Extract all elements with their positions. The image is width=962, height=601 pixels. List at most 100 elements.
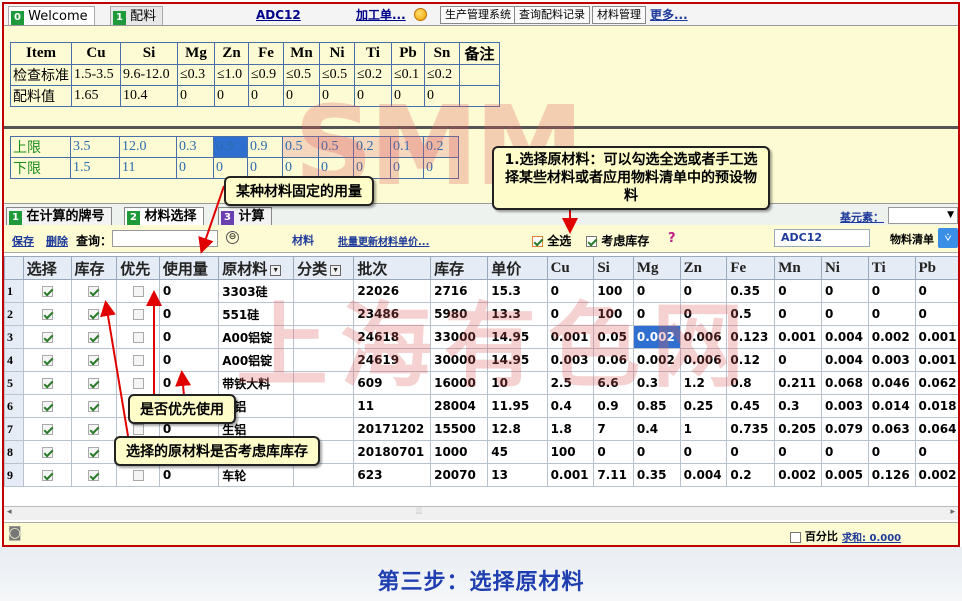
element-cell[interactable]: 100 (593, 279, 634, 303)
table-row[interactable]: 4 0 A00铝锭 24619 30000 14.95 0.003 0.06 0.002 0.00… (4, 348, 958, 372)
element-cell[interactable]: 0.735 (726, 417, 776, 441)
stock-qty-cell[interactable]: 33000 (430, 325, 489, 349)
element-cell[interactable]: 0 (774, 348, 822, 372)
limit-cell[interactable]: 0 (423, 157, 459, 179)
limit-cell-selected[interactable]: 0.9 (213, 136, 248, 158)
spec-cell[interactable]: ≤0.5 (319, 64, 355, 86)
spec-cell[interactable]: 1.5-3.5 (71, 64, 121, 86)
checkbox-checked-icon[interactable] (88, 332, 100, 343)
stock-qty-cell[interactable]: 1000 (430, 440, 489, 464)
stock-checkbox-cell[interactable] (70, 325, 118, 349)
tab-current-grade[interactable]: 1 在计算的牌号 (6, 207, 112, 226)
limit-cell[interactable]: 0.2 (423, 136, 459, 158)
element-cell[interactable]: 0.001 (546, 463, 595, 487)
production-system-button[interactable]: 生产管理系统 (440, 6, 516, 24)
element-cell[interactable]: 0.002 (632, 348, 681, 372)
element-cell[interactable]: 0.062 (914, 371, 958, 395)
category-cell[interactable] (293, 302, 355, 326)
table-row[interactable]: 9 0 车轮 623 20070 13 0.001 7.11 0.35 0.004 0.2 0.002… (4, 463, 958, 487)
usage-cell[interactable]: 0 (158, 463, 220, 487)
element-cell[interactable]: 0.12 (726, 348, 776, 372)
process-order-link[interactable]: 加工单... (356, 7, 406, 23)
priority-checkbox-cell[interactable] (116, 348, 160, 372)
stock-qty-cell[interactable]: 16000 (430, 371, 489, 395)
usage-cell[interactable]: 0 (158, 325, 220, 349)
element-cell[interactable]: 0.003 (867, 348, 916, 372)
element-cell[interactable]: 0 (867, 440, 916, 464)
element-cell[interactable]: 0.001 (914, 325, 958, 349)
element-cell[interactable]: 0.068 (820, 371, 869, 395)
element-cell[interactable]: 0.002 (867, 325, 916, 349)
element-cell[interactable]: 0.018 (914, 394, 958, 418)
element-cell[interactable]: 0 (679, 302, 728, 326)
element-cell[interactable]: 0 (914, 302, 958, 326)
limit-cell[interactable]: 11 (119, 157, 177, 179)
element-cell[interactable]: 0.064 (914, 417, 958, 441)
priority-checkbox-cell[interactable] (116, 302, 160, 326)
select-checkbox-cell[interactable] (22, 463, 72, 487)
element-cell[interactable]: 0 (632, 302, 681, 326)
col-header[interactable]: 优先 (116, 256, 160, 280)
element-cell[interactable]: 0 (820, 279, 869, 303)
price-cell[interactable]: 15.3 (487, 279, 548, 303)
col-header[interactable]: 选择 (22, 256, 72, 280)
batch-cell[interactable]: 20180701 (353, 440, 432, 464)
material-cell[interactable]: A00铝锭 (218, 348, 295, 372)
element-cell[interactable]: 1 (679, 417, 728, 441)
usage-cell[interactable]: 0 (158, 279, 220, 303)
stock-checkbox-cell[interactable] (70, 463, 118, 487)
element-cell[interactable]: 0.4 (546, 394, 595, 418)
checkbox-unchecked-icon[interactable] (132, 332, 144, 343)
element-cell[interactable]: 6.6 (593, 371, 634, 395)
element-cell[interactable]: 100 (546, 440, 595, 464)
checkbox-unchecked-icon[interactable] (132, 286, 144, 297)
element-cell[interactable]: 0.8 (726, 371, 776, 395)
checkbox-checked-icon[interactable] (41, 401, 53, 412)
select-all-checkbox[interactable]: 全选 (532, 232, 571, 249)
consider-stock-checkbox[interactable]: 考虑库存 (586, 232, 649, 249)
col-header[interactable]: Fe (726, 256, 776, 280)
tab-material-select[interactable]: 2 材料选择 (124, 207, 204, 226)
spec-cell[interactable]: 9.6-12.0 (120, 64, 178, 86)
spec-cell[interactable]: 10.4 (120, 85, 178, 107)
checkbox-checked-icon[interactable] (88, 286, 100, 297)
checkbox-checked-icon[interactable] (41, 355, 53, 366)
element-cell[interactable]: 0.001 (914, 348, 958, 372)
element-cell[interactable]: 0.006 (679, 325, 728, 349)
select-checkbox-cell[interactable] (22, 417, 72, 441)
spec-cell[interactable] (459, 64, 500, 86)
element-cell[interactable]: 0.002 (632, 325, 681, 349)
stock-checkbox-cell[interactable] (70, 417, 118, 441)
element-cell[interactable]: 0 (546, 279, 595, 303)
usage-cell[interactable]: 0 (158, 302, 220, 326)
element-cell[interactable]: 1.2 (679, 371, 728, 395)
element-cell[interactable]: 0 (726, 440, 776, 464)
col-header-category[interactable]: 分类 ▼ (293, 256, 355, 280)
col-header[interactable]: 库存 (70, 256, 118, 280)
checkbox-checked-icon[interactable] (88, 470, 100, 481)
spec-cell[interactable]: 1.65 (71, 85, 121, 107)
camera-icon[interactable]: ◙ (8, 525, 22, 541)
category-cell[interactable] (293, 348, 355, 372)
spec-cell[interactable] (459, 85, 500, 107)
element-cell[interactable]: 0.25 (679, 394, 728, 418)
table-row[interactable]: 5 0 带铁大料 609 16000 10 2.5 6.6 0.3 1.2 0.8 0.211 0.06… (4, 371, 958, 395)
more-link[interactable]: 更多... (650, 7, 688, 23)
col-header[interactable]: Si (593, 256, 634, 280)
alloy-code-link[interactable]: ADC12 (256, 7, 301, 23)
checkbox-checked-icon[interactable] (88, 447, 100, 458)
element-cell[interactable]: 0.211 (774, 371, 822, 395)
limit-cell[interactable]: 3.5 (70, 136, 120, 158)
element-cell[interactable]: 0 (820, 440, 869, 464)
element-cell[interactable]: 0.002 (774, 463, 822, 487)
material-cell[interactable]: 带铁大料 (218, 371, 295, 395)
table-row[interactable]: 20551硅23486598013.30100000.500000 (4, 302, 958, 326)
checkbox-checked-icon[interactable] (41, 332, 53, 343)
checkbox-unchecked-icon[interactable] (132, 378, 144, 389)
scroll-left-icon[interactable]: ◂ (7, 507, 12, 517)
select-checkbox-cell[interactable] (22, 440, 72, 464)
element-cell[interactable]: 0.3 (774, 394, 822, 418)
element-cell[interactable]: 0.126 (867, 463, 916, 487)
element-cell[interactable]: 0.002 (914, 463, 958, 487)
element-cell[interactable]: 0.001 (774, 325, 822, 349)
